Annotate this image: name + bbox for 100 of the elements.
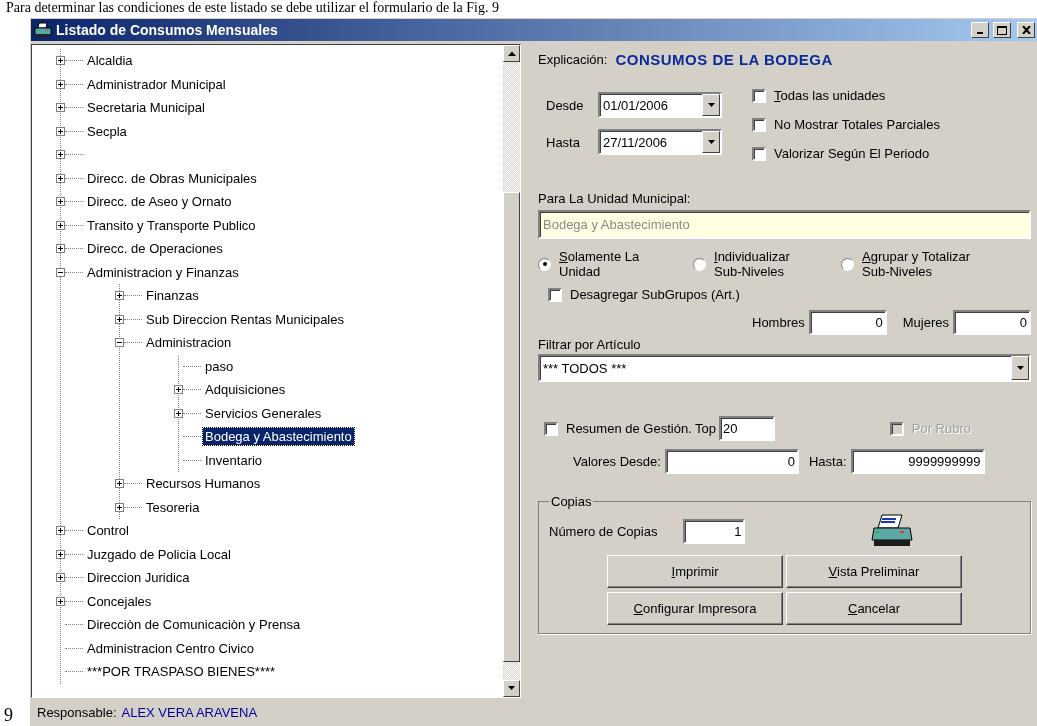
explanation-label: Explicación: bbox=[538, 52, 608, 67]
tree-item[interactable]: Secretaria Municipal bbox=[85, 99, 207, 117]
date-label: Desde bbox=[546, 97, 584, 113]
range-label: Hasta: bbox=[808, 454, 847, 469]
date-label: Hasta bbox=[546, 134, 580, 150]
checkbox[interactable] bbox=[548, 287, 562, 302]
tree-item[interactable]: Servicios Generales bbox=[203, 404, 324, 422]
filter-label: Filtrar por Artículo bbox=[538, 337, 642, 352]
expand-icon[interactable] bbox=[56, 103, 65, 113]
window-title: Listado de Consumos Mensuales bbox=[56, 22, 279, 38]
tree-item[interactable]: Recursos Humanos bbox=[144, 475, 263, 493]
expand-icon[interactable] bbox=[115, 479, 124, 489]
dialog-button[interactable]: Configurar Impresora bbox=[607, 592, 783, 625]
tree-item[interactable]: Administracion bbox=[144, 334, 234, 352]
dropdown-button[interactable] bbox=[1011, 356, 1029, 380]
expand-icon[interactable] bbox=[115, 314, 124, 324]
explanation-value: CONSUMOS DE LA BODEGA bbox=[615, 51, 833, 68]
checkbox-label: Desagregar SubGrupos (Art.) bbox=[570, 287, 740, 302]
count-label: Mujeres bbox=[902, 315, 949, 330]
tree-item[interactable]: Juzgado de Policia Local bbox=[85, 545, 233, 563]
expand-icon[interactable] bbox=[56, 220, 65, 230]
tree-item[interactable]: Secpla bbox=[85, 122, 129, 140]
dialog-button[interactable]: Cancelar bbox=[786, 592, 962, 625]
maximize-button[interactable] bbox=[993, 22, 1011, 38]
tree-item[interactable]: Direcciòn de Comunicaciòn y Prensa bbox=[85, 616, 303, 634]
tree-item[interactable]: Inventario bbox=[203, 451, 265, 469]
radio-label: Solamente La Unidad bbox=[559, 249, 640, 279]
dropdown-button[interactable] bbox=[702, 131, 720, 153]
expand-icon[interactable] bbox=[56, 244, 65, 254]
tree-item[interactable]: Administrador Municipal bbox=[85, 75, 228, 93]
status-label: Responsable: bbox=[37, 704, 117, 720]
radio-button[interactable] bbox=[538, 257, 551, 271]
caret-icon bbox=[1016, 365, 1024, 371]
tree-item[interactable]: Adquisiciones bbox=[203, 381, 288, 399]
expand-icon[interactable] bbox=[115, 502, 124, 512]
collapse-icon[interactable] bbox=[115, 338, 124, 348]
expand-icon[interactable] bbox=[56, 549, 65, 559]
tree-item[interactable]: Direccion Juridica bbox=[85, 569, 192, 587]
scrollbar[interactable] bbox=[503, 45, 520, 697]
checkbox-label: Todas las unidades bbox=[774, 88, 886, 103]
expand-icon[interactable] bbox=[174, 385, 183, 395]
tree-item[interactable]: Direcc. de Obras Municipales bbox=[85, 169, 259, 187]
expand-icon[interactable] bbox=[56, 596, 65, 606]
expand-icon[interactable] bbox=[174, 408, 183, 418]
expand-icon[interactable] bbox=[56, 79, 65, 89]
scroll-down-button[interactable] bbox=[503, 680, 520, 697]
close-button[interactable] bbox=[1017, 22, 1035, 38]
article-dropdown[interactable]: *** TODOS *** bbox=[538, 354, 1031, 382]
top-field[interactable]: 20 bbox=[719, 416, 776, 441]
scroll-thumb[interactable] bbox=[503, 192, 520, 662]
up-arrow-icon bbox=[507, 51, 516, 56]
count-field[interactable]: 0 bbox=[808, 310, 887, 335]
tree-item[interactable]: Direcc. de Operaciones bbox=[85, 240, 225, 258]
expand-icon[interactable] bbox=[56, 573, 65, 583]
checkbox[interactable] bbox=[752, 146, 766, 161]
tree-item[interactable]: Alcaldia bbox=[85, 52, 135, 70]
count-label: Hombres bbox=[752, 315, 805, 330]
radio-button[interactable] bbox=[841, 257, 854, 271]
expand-icon[interactable] bbox=[115, 291, 124, 301]
expand-icon[interactable] bbox=[56, 197, 65, 207]
minimize-button[interactable] bbox=[971, 22, 989, 38]
tree-item[interactable]: Concejales bbox=[85, 592, 154, 610]
collapse-icon[interactable] bbox=[56, 267, 65, 277]
expand-icon[interactable] bbox=[56, 526, 65, 536]
maximize-icon bbox=[997, 25, 1007, 35]
expand-icon[interactable] bbox=[56, 150, 65, 160]
radio-label: Agrupar y Totalizar Sub-Niveles bbox=[862, 249, 971, 279]
checkbox-label: No Mostrar Totales Parciales bbox=[774, 117, 940, 132]
caret-icon bbox=[707, 102, 715, 108]
dialog-button[interactable]: Imprimir bbox=[607, 555, 783, 588]
radio-button[interactable] bbox=[693, 257, 706, 271]
tree-item[interactable]: ***POR TRASPASO BIENES**** bbox=[85, 663, 278, 681]
close-icon bbox=[1021, 26, 1031, 34]
tree-item[interactable]: Bodega y Abastecimiento bbox=[203, 428, 354, 446]
tree-item[interactable]: Transito y Transporte Publico bbox=[85, 216, 258, 234]
expand-icon[interactable] bbox=[56, 126, 65, 136]
dialog-button[interactable]: Vista Preliminar bbox=[786, 555, 962, 588]
checkbox[interactable] bbox=[752, 88, 766, 103]
tree-item[interactable]: Direcc. de Aseo y Ornato bbox=[85, 193, 234, 211]
scroll-up-button[interactable] bbox=[503, 45, 520, 62]
tree-item[interactable]: Tesoreria bbox=[144, 498, 202, 516]
dropdown-button[interactable] bbox=[702, 94, 720, 116]
tree-item[interactable]: Sub Direccion Rentas Municipales bbox=[144, 310, 346, 328]
expand-icon[interactable] bbox=[56, 173, 65, 183]
caret-icon bbox=[508, 686, 515, 691]
tree-item[interactable]: Administracion y Finanzas bbox=[85, 263, 241, 281]
tree-item[interactable]: Control bbox=[85, 522, 131, 540]
copies-field[interactable]: 1 bbox=[683, 518, 746, 544]
checkbox[interactable] bbox=[752, 117, 766, 132]
count-field[interactable]: 0 bbox=[953, 310, 1031, 335]
tree-item[interactable]: Finanzas bbox=[144, 287, 201, 305]
checkbox-label: Resumen de Gestión. Top bbox=[566, 421, 717, 436]
tree-item[interactable]: paso bbox=[203, 357, 236, 375]
range-field[interactable]: 0 bbox=[664, 449, 799, 474]
checkbox[interactable] bbox=[544, 421, 558, 436]
expand-icon[interactable] bbox=[56, 56, 65, 66]
range-field[interactable]: 9999999999 bbox=[850, 449, 985, 474]
tree-item[interactable]: Administracion Centro Civico bbox=[85, 639, 256, 657]
copies-label: Número de Copias bbox=[549, 523, 658, 539]
checkbox-label: Valorizar Según El Periodo bbox=[774, 146, 930, 161]
